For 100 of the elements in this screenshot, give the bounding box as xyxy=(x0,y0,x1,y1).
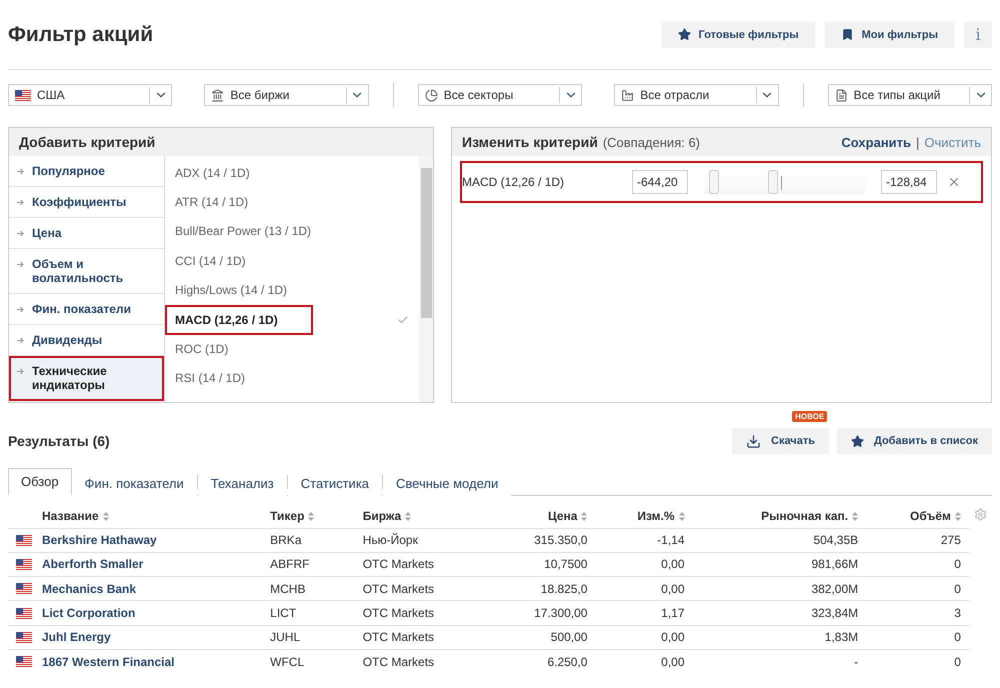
indicator-item[interactable]: ATR (14 / 1D) xyxy=(165,187,419,217)
star-icon xyxy=(678,28,691,41)
table-cell: 0,00 xyxy=(595,649,693,674)
sort-icon[interactable] xyxy=(852,512,858,522)
document-icon xyxy=(834,88,848,102)
arrow-icon xyxy=(17,337,24,344)
table-cell: -1,14 xyxy=(595,528,693,552)
filter-dropdown[interactable]: Все биржи xyxy=(204,84,369,106)
filter-dropdown[interactable]: США xyxy=(8,84,172,106)
range-slider[interactable] xyxy=(704,170,865,194)
arrow-icon xyxy=(17,306,24,313)
sort-icon[interactable] xyxy=(581,512,588,522)
panel-title: Добавить критерий xyxy=(19,134,156,150)
stock-link[interactable]: Berkshire Hathaway xyxy=(34,528,262,552)
table-cell: 981,66M xyxy=(692,552,866,577)
sort-icon[interactable] xyxy=(405,512,412,522)
column-header[interactable]: Рыночная кап. xyxy=(692,504,866,528)
table-cell: 0,00 xyxy=(595,552,693,577)
table-cell: 0 xyxy=(866,576,969,601)
us-flag-icon xyxy=(16,583,32,594)
stock-link[interactable]: 1867 Western Financial xyxy=(34,649,262,674)
filter-dropdown[interactable]: Все типы акций xyxy=(828,84,992,106)
pie-chart-icon xyxy=(424,88,438,102)
factory-icon xyxy=(621,88,634,102)
table-cell: 504,35B xyxy=(692,528,866,552)
indicator-item[interactable]: ROC (1D) xyxy=(165,334,419,364)
save-link[interactable]: Сохранить xyxy=(841,134,912,150)
us-flag-icon xyxy=(16,558,32,570)
column-header[interactable]: Изм.% xyxy=(595,504,693,528)
page-title: Фильтр акций xyxy=(8,22,154,46)
column-header[interactable]: Тикер xyxy=(262,504,355,528)
table-cell: MCHB xyxy=(262,576,355,601)
table-cell: 315.350,0 xyxy=(488,528,596,552)
table-cell: WFCL xyxy=(262,649,355,674)
table-cell: 323,84M xyxy=(692,600,866,626)
scrollbar[interactable] xyxy=(419,156,433,402)
indicator-item[interactable]: CCI (14 / 1D) xyxy=(165,246,419,276)
indicator-item[interactable]: Bull/Bear Power (13 / 1D) xyxy=(165,216,419,246)
arrow-icon xyxy=(17,368,24,375)
indicator-item[interactable]: ADX (14 / 1D) xyxy=(165,158,419,188)
min-input[interactable]: -644,20 xyxy=(632,170,688,194)
results-title: Результаты (6) xyxy=(8,433,111,449)
column-header[interactable]: Объём xyxy=(866,504,969,528)
table-cell: BRKa xyxy=(262,528,355,552)
table-cell: 1,17 xyxy=(595,600,693,626)
arrow-icon xyxy=(17,199,24,206)
indicator-item[interactable]: RSI (14 / 1D) xyxy=(165,364,419,394)
stock-link[interactable]: Lict Corporation xyxy=(34,600,262,626)
check-icon xyxy=(397,314,409,326)
category-item[interactable]: Технические индикаторы xyxy=(9,356,164,401)
new-badge: НОВОЕ xyxy=(792,411,828,422)
us-flag-icon xyxy=(16,656,32,668)
table-cell: OTC Markets xyxy=(354,625,489,650)
table-cell: 0,00 xyxy=(595,625,693,650)
table-cell: 0 xyxy=(866,552,969,577)
table-cell: 1,83M xyxy=(692,625,866,650)
column-header[interactable]: Цена xyxy=(488,504,596,528)
stock-link[interactable]: Mechanics Bank xyxy=(34,576,262,601)
filter-button[interactable]: Мои фильтры xyxy=(824,22,954,48)
column-header[interactable]: Биржа xyxy=(354,504,489,528)
table-cell: 3 xyxy=(866,600,969,626)
table-cell: 275 xyxy=(866,528,969,552)
stock-link[interactable]: Juhl Energy xyxy=(34,625,262,650)
indicator-item[interactable]: Highs/Lows (14 / 1D) xyxy=(165,276,419,305)
arrow-icon xyxy=(17,230,24,237)
table-cell: LICT xyxy=(262,600,355,626)
action-button[interactable]: Добавить в список xyxy=(836,428,992,454)
filter-dropdown[interactable]: Все отрасли xyxy=(614,84,779,106)
table-cell: 6.250,0 xyxy=(488,649,596,674)
filter-dropdown[interactable]: Все секторы xyxy=(418,84,582,106)
us-flag-icon xyxy=(16,632,32,643)
sort-icon[interactable] xyxy=(954,512,961,522)
star-icon xyxy=(850,434,864,448)
sort-icon[interactable] xyxy=(102,512,109,522)
settings-icon[interactable] xyxy=(974,508,987,521)
filter-button[interactable]: Готовые фильтры xyxy=(662,22,815,48)
criterion-label: MACD (12,26 / 1D) xyxy=(462,175,566,189)
table-cell: 17.300,00 xyxy=(488,600,596,626)
table-cell: 0,00 xyxy=(595,576,693,601)
table-cell: 500,00 xyxy=(488,625,596,650)
tab[interactable]: Обзор xyxy=(8,468,72,496)
table-cell: 18.825,0 xyxy=(488,576,596,601)
us-flag-icon xyxy=(16,608,32,619)
table-cell: ABFRF xyxy=(262,552,355,577)
table-cell: 10,7500 xyxy=(488,552,596,577)
table-cell: 0 xyxy=(866,625,969,650)
match-count: (Совпадения: 6) xyxy=(602,134,700,150)
separator-text: | xyxy=(916,134,920,150)
us-flag-icon xyxy=(15,90,31,100)
sort-icon[interactable] xyxy=(678,512,685,522)
close-icon[interactable] xyxy=(947,175,961,189)
sort-icon[interactable] xyxy=(308,512,314,522)
tab[interactable]: Фин. показатели xyxy=(72,470,197,496)
max-input[interactable]: -128,84 xyxy=(881,170,937,194)
stock-link[interactable]: Aberforth Smaller xyxy=(34,552,262,577)
column-header[interactable]: Название xyxy=(34,504,262,528)
table-cell: 0 xyxy=(866,649,969,674)
table-cell: JUHL xyxy=(262,625,355,650)
table-cell: 382,00M xyxy=(692,576,866,601)
panel-title: Изменить критерий xyxy=(462,134,598,150)
